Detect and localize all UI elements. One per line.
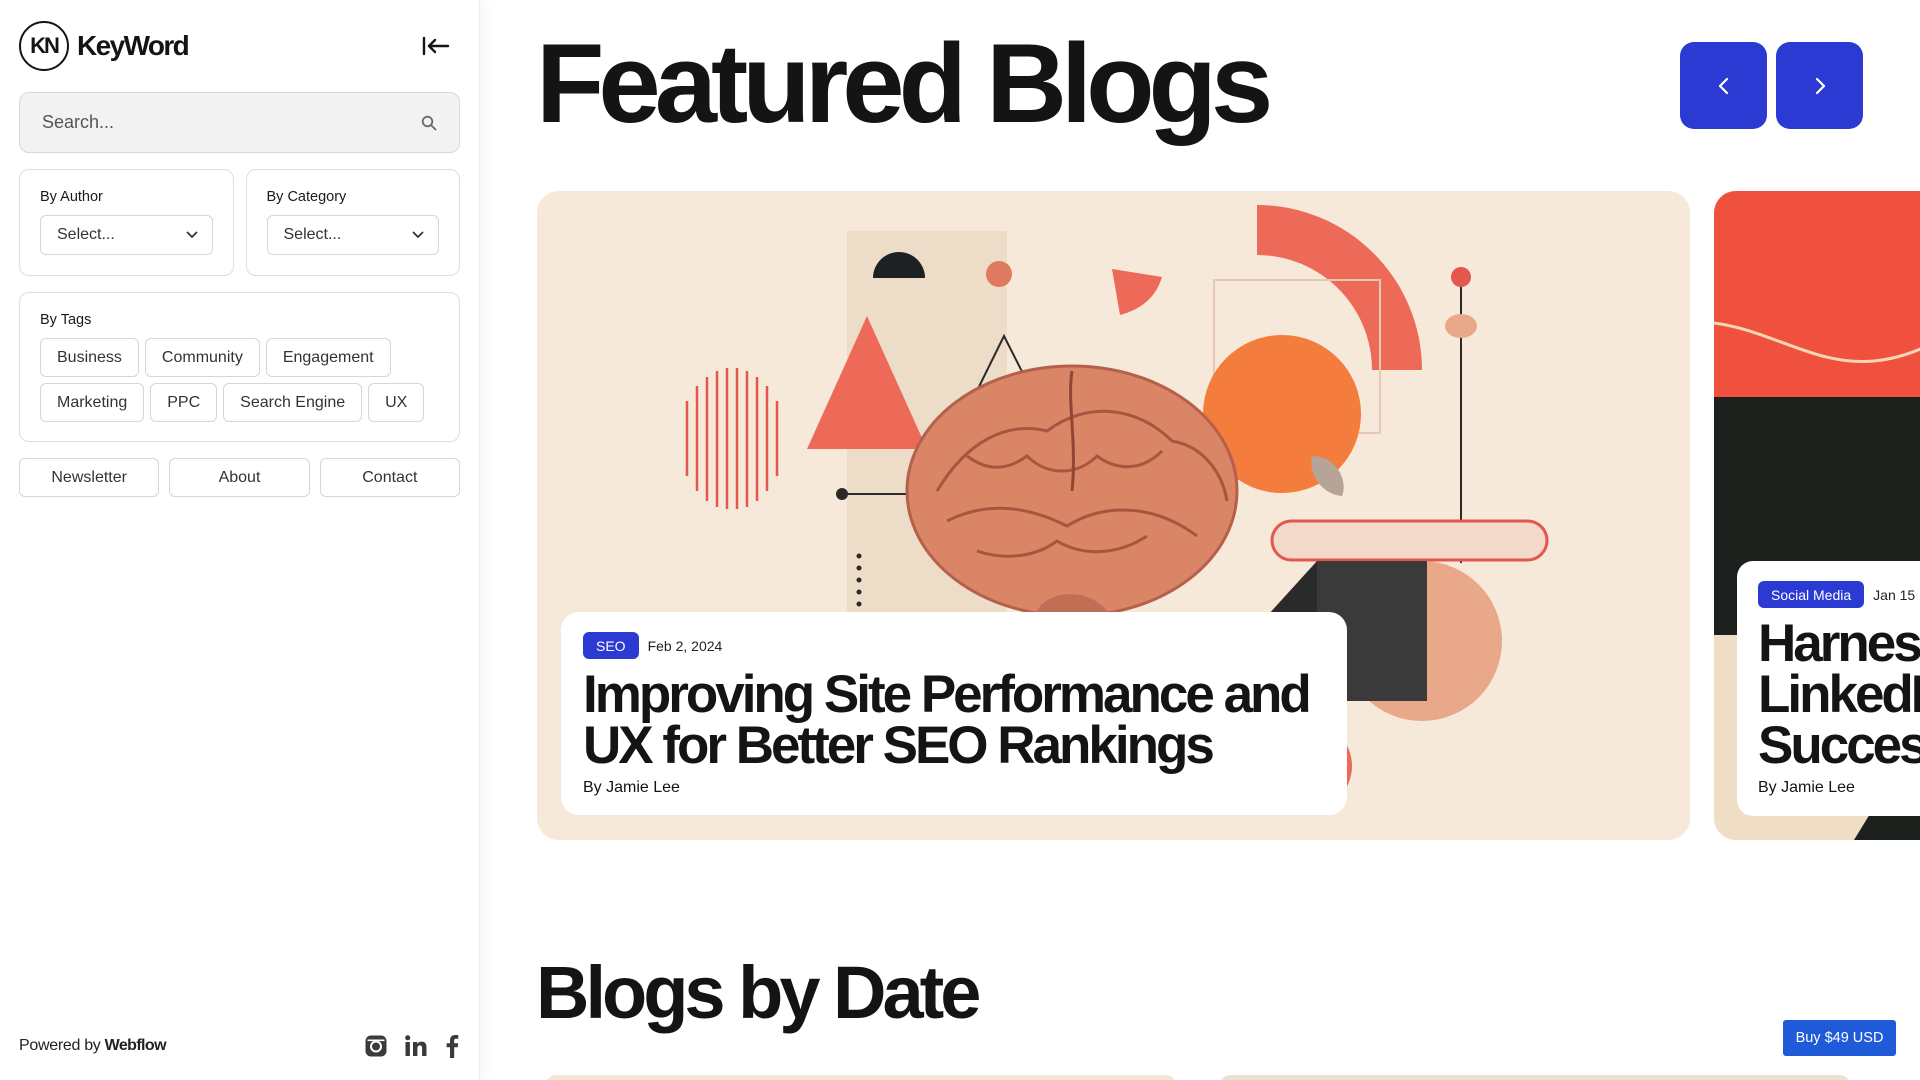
author-filter-label: By Author — [40, 189, 103, 205]
sidebar: KN KeyWord By Author Select... — [0, 0, 480, 1080]
category-filter: By Category Select... — [245, 169, 460, 276]
category-select[interactable]: Select... — [266, 215, 439, 255]
powered-by-prefix: Powered by — [19, 1037, 105, 1054]
tags-filter: By Tags Business Community Engagement Ma… — [19, 292, 460, 442]
tags-filter-label: By Tags — [40, 312, 92, 328]
card-title-line: LinkedI — [1758, 665, 1920, 724]
tag-engagement[interactable]: Engagement — [265, 338, 391, 377]
featured-blogs-title: Featured Blogs — [536, 21, 1273, 146]
newsletter-link[interactable]: Newsletter — [19, 458, 160, 497]
tag-marketing[interactable]: Marketing — [40, 383, 145, 422]
chevron-down-icon — [186, 231, 197, 238]
tag-search-engine[interactable]: Search Engine — [223, 383, 363, 422]
category-filter-label: By Category — [266, 189, 347, 205]
category-badge[interactable]: SEO — [583, 632, 639, 659]
slider-next-button[interactable] — [1776, 42, 1863, 129]
blogs-by-date-title: Blogs by Date — [536, 951, 981, 1034]
linkedin-icon[interactable] — [404, 1034, 428, 1058]
instagram-icon[interactable] — [364, 1034, 388, 1058]
brand-logo-link[interactable]: KN KeyWord — [19, 21, 190, 71]
featured-card-info: SEO Feb 2, 2024 Improving Site Performan… — [561, 612, 1347, 815]
powered-by-brand: Webflow — [104, 1037, 167, 1054]
card-title-line: Improving Site Performance and — [583, 665, 1312, 724]
card-meta: Social Media Jan 15 — [1758, 581, 1920, 608]
card-author: By Jamie Lee — [583, 779, 680, 796]
featured-card-info: Social Media Jan 15 Harness LinkedI Succ… — [1737, 561, 1920, 816]
card-title[interactable]: Improving Site Performance and UX for Be… — [583, 665, 1325, 775]
contact-link[interactable]: Contact — [319, 458, 460, 497]
facebook-icon[interactable] — [444, 1034, 460, 1058]
tag-list: Business Community Engagement Marketing … — [40, 338, 439, 422]
search-box — [19, 92, 460, 153]
card-author: By Jamie Lee — [1758, 779, 1855, 796]
author-select[interactable]: Select... — [40, 215, 213, 255]
tag-community[interactable]: Community — [144, 338, 260, 377]
author-filter: By Author Select... — [19, 169, 234, 276]
featured-blog-card[interactable]: Social Media Jan 15 Harness LinkedI Succ… — [1714, 191, 1920, 840]
social-links — [364, 1034, 460, 1058]
date-blog-card-preview[interactable] — [1220, 1075, 1850, 1080]
card-meta: SEO Feb 2, 2024 — [583, 632, 1325, 659]
filters-row: By Author Select... By Category Select..… — [19, 169, 460, 276]
category-select-value: Select... — [283, 226, 342, 243]
featured-blog-card[interactable]: SEO Feb 2, 2024 Improving Site Performan… — [537, 191, 1690, 840]
logo-mark: KN — [19, 21, 69, 71]
post-date: Feb 2, 2024 — [647, 637, 723, 654]
tag-business[interactable]: Business — [40, 338, 139, 377]
chevron-right-icon — [1815, 77, 1825, 94]
tag-ux[interactable]: UX — [368, 383, 425, 422]
sidebar-footer: Powered by Webflow — [19, 1034, 460, 1058]
card-title-line: UX for Better SEO Rankings — [583, 716, 1215, 775]
search-input[interactable] — [42, 112, 421, 133]
main-content: Featured Blogs SEO Feb 2, 2024 Improving… — [480, 0, 1920, 1080]
brand-name: KeyWord — [77, 30, 190, 61]
card-title-line: Harness — [1758, 614, 1920, 673]
sidebar-links: Newsletter About Contact — [19, 458, 460, 497]
date-blog-card-preview[interactable] — [546, 1075, 1176, 1080]
chevron-left-icon — [1718, 77, 1728, 94]
card-title-line: Succes — [1758, 716, 1920, 775]
collapse-left-icon — [422, 36, 450, 56]
category-badge[interactable]: Social Media — [1758, 581, 1865, 608]
brand-row: KN KeyWord — [19, 20, 460, 72]
about-link[interactable]: About — [169, 458, 310, 497]
author-select-value: Select... — [57, 226, 115, 243]
collapse-sidebar-button[interactable] — [418, 28, 454, 64]
powered-by-webflow-link[interactable]: Powered by Webflow — [19, 1037, 167, 1055]
tag-ppc[interactable]: PPC — [150, 383, 218, 422]
slider-prev-button[interactable] — [1680, 42, 1767, 129]
card-title[interactable]: Harness LinkedI Succes — [1758, 614, 1920, 775]
chevron-down-icon — [412, 231, 424, 238]
search-icon[interactable] — [421, 115, 437, 131]
buy-template-button[interactable]: Buy $49 USD — [1783, 1020, 1896, 1056]
post-date: Jan 15 — [1873, 586, 1916, 603]
